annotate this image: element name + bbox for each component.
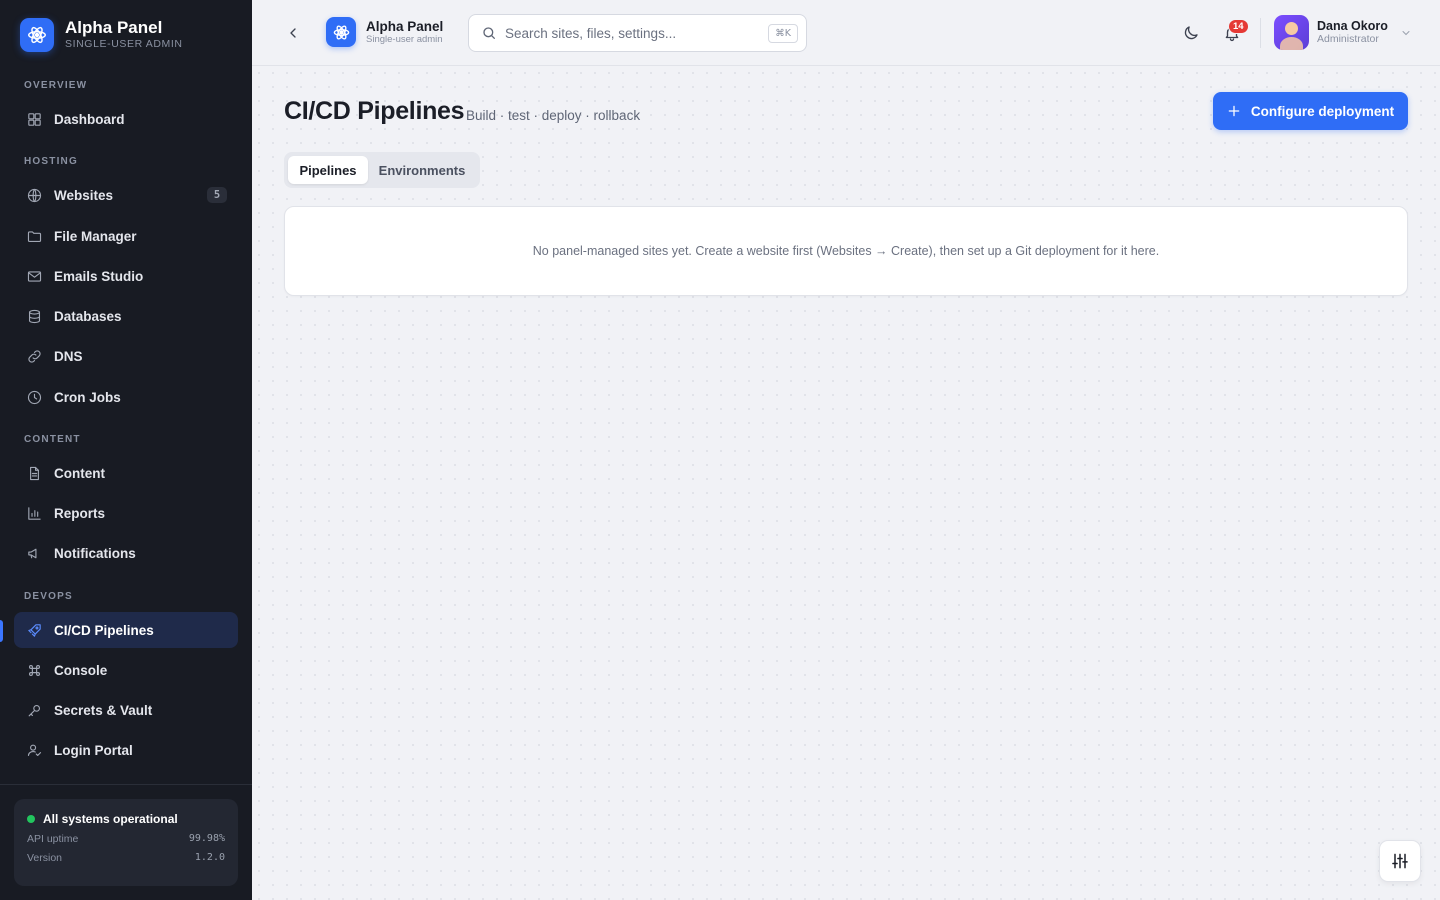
command-icon (24, 660, 44, 680)
mail-icon (24, 266, 44, 286)
sidebar-item-label: Notifications (54, 545, 136, 561)
page-title: CI/CD Pipelines (284, 97, 465, 125)
tab-pipelines[interactable]: Pipelines (288, 156, 368, 184)
section-label-hosting: HOSTING (24, 156, 78, 167)
sidebar-item-dns[interactable]: DNS (14, 338, 238, 374)
sidebar-item-websites[interactable]: Websites 5 (14, 177, 238, 213)
version-label: Version (27, 852, 63, 864)
sidebar: Alpha Panel SINGLE-USER ADMIN OVERVIEW D… (0, 0, 252, 900)
sidebar-item-label: Console (54, 662, 108, 678)
user-check-icon (24, 740, 44, 760)
sidebar-item-cicd-pipelines[interactable]: CI/CD Pipelines (14, 612, 238, 648)
search-input[interactable] (505, 25, 765, 41)
search-bar[interactable]: ⌘K (468, 14, 807, 52)
sidebar-item-label: Cron Jobs (54, 389, 121, 405)
sidebar-item-label: Login Portal (54, 742, 133, 758)
websites-count-badge: 5 (207, 187, 227, 203)
sidebar-item-label: CI/CD Pipelines (54, 622, 154, 638)
notifications-count-badge: 14 (1228, 19, 1249, 34)
section-label-content: CONTENT (24, 434, 81, 445)
sidebar-item-label: Reports (54, 505, 106, 521)
sidebar-divider (0, 784, 252, 785)
link-icon (24, 346, 44, 366)
customize-button[interactable] (1379, 840, 1421, 882)
user-role: Administrator (1317, 33, 1379, 45)
top-brand-title: Alpha Panel (366, 18, 444, 34)
topbar-divider (1260, 18, 1261, 48)
rocket-icon (24, 620, 44, 640)
sidebar-item-emails-studio[interactable]: Emails Studio (14, 258, 238, 294)
active-indicator (0, 620, 3, 642)
globe-icon (24, 185, 44, 205)
sidebar-item-label: DNS (54, 348, 83, 364)
sidebar-item-label: File Manager (54, 228, 137, 244)
search-icon (483, 27, 495, 39)
status-dot-icon (27, 815, 35, 823)
top-brand[interactable]: Alpha Panel Single-user admin (326, 17, 443, 47)
user-name: Dana Okoro (1317, 19, 1388, 33)
page-subtitle: Build · test · deploy · rollback (466, 108, 641, 123)
document-icon (24, 463, 44, 483)
search-shortcut-hint: ⌘K (768, 24, 798, 43)
configure-deployment-label: Configure deployment (1250, 103, 1395, 119)
empty-state-message: No panel-managed sites yet. Create a web… (532, 244, 1160, 258)
sidebar-item-reports[interactable]: Reports (14, 495, 238, 531)
key-icon (24, 700, 44, 720)
user-menu[interactable]: Dana Okoro Administrator (1274, 15, 1412, 50)
chevron-left-icon (290, 28, 296, 38)
folder-icon (24, 226, 44, 246)
sidebar-item-cron-jobs[interactable]: Cron Jobs (14, 379, 238, 415)
dashboard-icon (24, 109, 44, 129)
sidebar-item-login-portal[interactable]: Login Portal (14, 732, 238, 768)
clock-icon (24, 387, 44, 407)
topbar: Alpha Panel Single-user admin ⌘K 14 Dana… (252, 0, 1440, 66)
sidebar-item-dashboard[interactable]: Dashboard (14, 101, 238, 137)
uptime-value: 99.98% (188, 833, 225, 844)
atom-logo-icon (20, 18, 54, 52)
sidebar-item-secrets-vault[interactable]: Secrets & Vault (14, 692, 238, 728)
sidebar-item-label: Databases (54, 308, 122, 324)
chevron-down-icon (1402, 30, 1410, 35)
configure-deployment-button[interactable]: Configure deployment (1213, 92, 1408, 130)
sliders-icon (1392, 853, 1408, 869)
version-value: 1.2.0 (194, 852, 225, 863)
section-label-devops: DEVOPS (24, 591, 73, 602)
brand[interactable]: Alpha Panel SINGLE-USER ADMIN (20, 18, 183, 52)
status-headline: All systems operational (43, 812, 178, 826)
atom-logo-icon (326, 17, 356, 47)
sidebar-item-label: Dashboard (54, 111, 125, 127)
sidebar-item-label: Websites (54, 187, 114, 203)
bar-chart-icon (24, 503, 44, 523)
sidebar-item-label: Emails Studio (54, 268, 144, 284)
avatar (1274, 15, 1309, 50)
sidebar-item-databases[interactable]: Databases (14, 298, 238, 334)
sidebar-item-label: Secrets & Vault (54, 702, 153, 718)
collapse-sidebar-button[interactable] (282, 22, 304, 44)
system-status-card: All systems operational API uptime 99.98… (14, 799, 238, 886)
theme-toggle-button[interactable] (1180, 22, 1202, 44)
top-brand-subtitle: Single-user admin (366, 33, 443, 45)
uptime-label: API uptime (27, 833, 79, 845)
sidebar-item-label: Content (54, 465, 105, 481)
sidebar-item-console[interactable]: Console (14, 652, 238, 688)
pipeline-tabs: Pipelines Environments (284, 152, 480, 188)
database-icon (24, 306, 44, 326)
brand-title: Alpha Panel (65, 18, 163, 37)
sidebar-item-content[interactable]: Content (14, 455, 238, 491)
section-label-overview: OVERVIEW (24, 80, 88, 91)
brand-subtitle: SINGLE-USER ADMIN (65, 38, 183, 50)
megaphone-icon (24, 543, 44, 563)
sidebar-item-file-manager[interactable]: File Manager (14, 218, 238, 254)
sidebar-item-notifications[interactable]: Notifications (14, 535, 238, 571)
tab-environments[interactable]: Environments (368, 156, 476, 184)
main-content: CI/CD Pipelines Build · test · deploy · … (252, 66, 1440, 900)
plus-icon (1227, 104, 1241, 118)
empty-state-card: No panel-managed sites yet. Create a web… (284, 206, 1408, 296)
moon-icon (1184, 26, 1198, 40)
